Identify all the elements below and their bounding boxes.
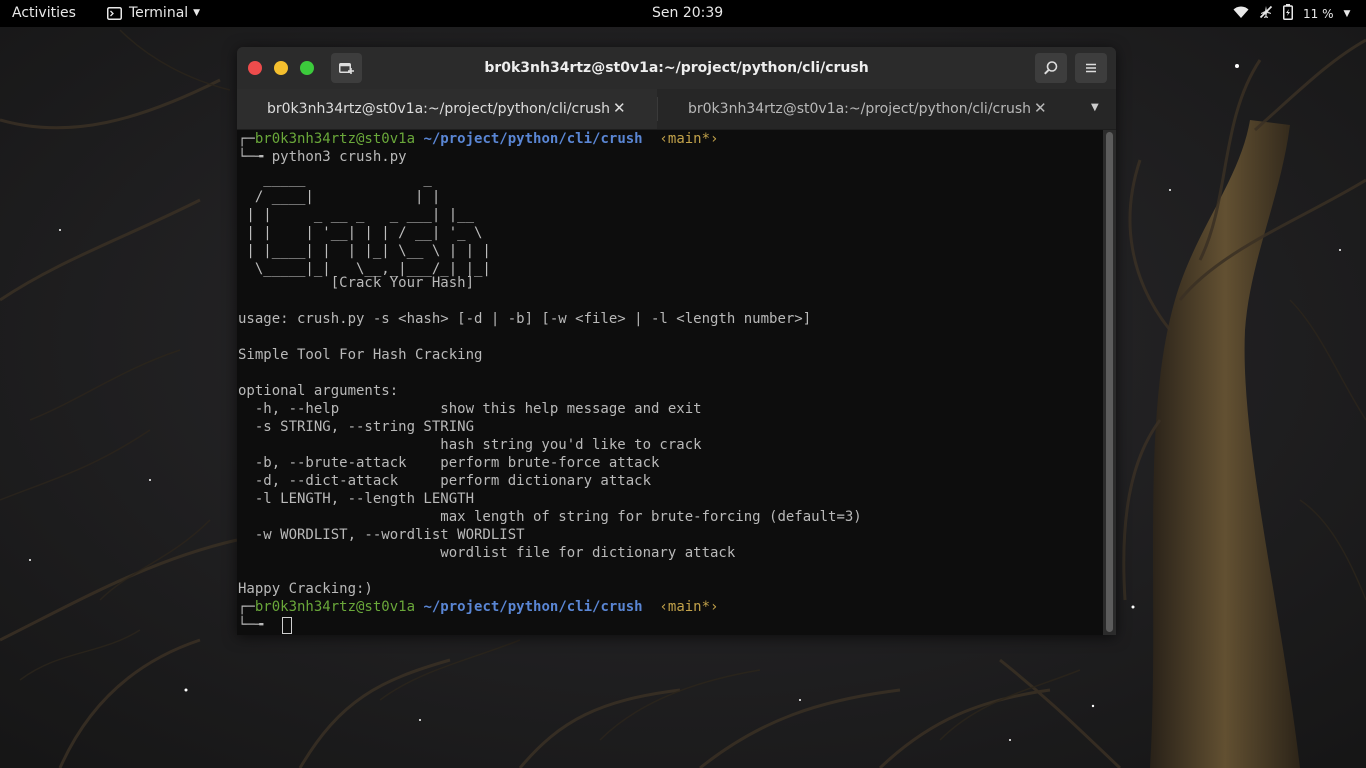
prompt-line: ┌─br0k3nh34rtz@st0v1a ~/project/python/c… bbox=[238, 599, 719, 615]
arg-line: -h, --help show this help message and ex… bbox=[238, 401, 702, 417]
menu-button[interactable] bbox=[1075, 53, 1107, 83]
arg-line: -l LENGTH, --length LENGTH bbox=[238, 491, 475, 507]
app-menu-button[interactable]: Terminal ▼ bbox=[107, 5, 200, 21]
usage-line: usage: crush.py -s <hash> [-d | -b] [-w … bbox=[238, 311, 812, 327]
search-icon bbox=[1044, 61, 1058, 75]
scrollbar[interactable] bbox=[1103, 130, 1116, 635]
scrollbar-thumb[interactable] bbox=[1106, 132, 1113, 632]
clock[interactable]: Sen 20:39 bbox=[652, 5, 723, 21]
tab-label: br0k3nh34rtz@st0v1a:~/project/python/cli… bbox=[267, 101, 611, 117]
prompt-user-host: br0k3nh34rtz@st0v1a bbox=[254, 131, 416, 147]
tagline: [Crack Your Hash] bbox=[238, 275, 475, 291]
prompt-user-host: br0k3nh34rtz@st0v1a bbox=[254, 599, 416, 615]
arg-line: wordlist file for dictionary attack bbox=[238, 545, 736, 561]
description-line: Simple Tool For Hash Cracking bbox=[238, 347, 483, 363]
title-bar[interactable]: br0k3nh34rtz@st0v1a:~/project/python/cli… bbox=[237, 47, 1116, 89]
tab-1[interactable]: br0k3nh34rtz@st0v1a:~/project/python/cli… bbox=[237, 89, 657, 129]
command-text: python3 crush.py bbox=[271, 149, 407, 165]
terminal-icon bbox=[107, 6, 122, 20]
close-tab-icon[interactable]: ✕ bbox=[1034, 99, 1047, 117]
text-cursor bbox=[282, 617, 292, 634]
command-line: └─╼ python3 crush.py bbox=[238, 149, 407, 165]
input-line[interactable]: └─╼ bbox=[238, 616, 272, 634]
battery-percentage: 11 % bbox=[1303, 6, 1334, 21]
prompt-line: ┌─br0k3nh34rtz@st0v1a ~/project/python/c… bbox=[238, 131, 719, 147]
terminal-window: br0k3nh34rtz@st0v1a:~/project/python/cli… bbox=[237, 47, 1116, 635]
prompt-path: ~/project/python/cli/crush bbox=[423, 599, 643, 615]
chevron-down-icon: ▼ bbox=[193, 8, 201, 18]
tab-bar: br0k3nh34rtz@st0v1a:~/project/python/cli… bbox=[237, 89, 1116, 130]
arg-line: -w WORDLIST, --wordlist WORDLIST bbox=[238, 527, 525, 543]
top-bar: Activities Terminal ▼ Sen 20:39 11 % ▼ bbox=[0, 0, 1366, 27]
tab-2[interactable]: br0k3nh34rtz@st0v1a:~/project/python/cli… bbox=[658, 89, 1078, 129]
arg-line: -s STRING, --string STRING bbox=[238, 419, 475, 435]
system-status-area[interactable]: 11 % ▼ bbox=[1233, 4, 1350, 23]
chevron-down-icon: ▼ bbox=[1343, 8, 1351, 19]
app-name: Terminal bbox=[129, 5, 189, 21]
wifi-icon bbox=[1233, 5, 1249, 22]
arg-line: -d, --dict-attack perform dictionary att… bbox=[238, 473, 652, 489]
hamburger-menu-icon bbox=[1086, 63, 1096, 73]
tab-label: br0k3nh34rtz@st0v1a:~/project/python/cli… bbox=[688, 101, 1032, 117]
prompt-branch: ‹main*› bbox=[659, 599, 719, 615]
optional-args-header: optional arguments: bbox=[238, 383, 399, 399]
window-title: br0k3nh34rtz@st0v1a:~/project/python/cli… bbox=[484, 60, 869, 76]
ascii-logo: _____ _ / ____| | | | | _ __ _ _ ___| |_… bbox=[246, 171, 491, 277]
battery-icon bbox=[1283, 4, 1293, 23]
tabs-dropdown-icon[interactable]: ▼ bbox=[1091, 102, 1099, 113]
prompt-branch: ‹main*› bbox=[659, 131, 719, 147]
activities-button[interactable]: Activities bbox=[12, 5, 76, 21]
arg-line: hash string you'd like to crack bbox=[238, 437, 702, 453]
footer-line: Happy Cracking:) bbox=[238, 581, 373, 597]
search-button[interactable] bbox=[1035, 53, 1067, 83]
airplane-icon bbox=[1259, 5, 1273, 22]
prompt-path: ~/project/python/cli/crush bbox=[423, 131, 643, 147]
terminal-output[interactable]: ┌─br0k3nh34rtz@st0v1a ~/project/python/c… bbox=[237, 130, 1103, 635]
arg-line: -b, --brute-attack perform brute-force a… bbox=[238, 455, 660, 471]
arg-line: max length of string for brute-forcing (… bbox=[238, 509, 862, 525]
close-tab-icon[interactable]: ✕ bbox=[613, 99, 626, 117]
